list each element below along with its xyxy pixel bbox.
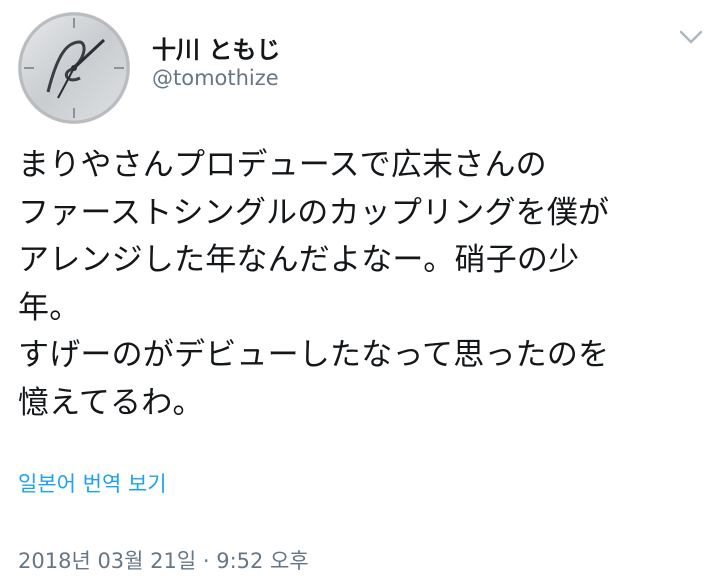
avatar[interactable] [18,12,130,124]
tweet-card: 十川 ともじ @tomothize まりやさんプロデュースで広末さんの ファース… [0,0,720,581]
tweet-timestamp[interactable]: 2018년 03월 21일 · 9:52 오후 [18,545,309,575]
translate-tweet-link[interactable]: 일본어 번역 보기 [18,468,167,498]
user-handle[interactable]: @tomothize [152,66,279,90]
clock-face-icon [18,12,130,124]
tweet-text: まりやさんプロデュースで広末さんの ファーストシングルのカップリングを僕が アレ… [18,147,610,421]
user-display-name[interactable]: 十川 ともじ [152,30,280,65]
chevron-down-icon [679,30,703,44]
tweet-menu-button[interactable] [674,22,708,52]
